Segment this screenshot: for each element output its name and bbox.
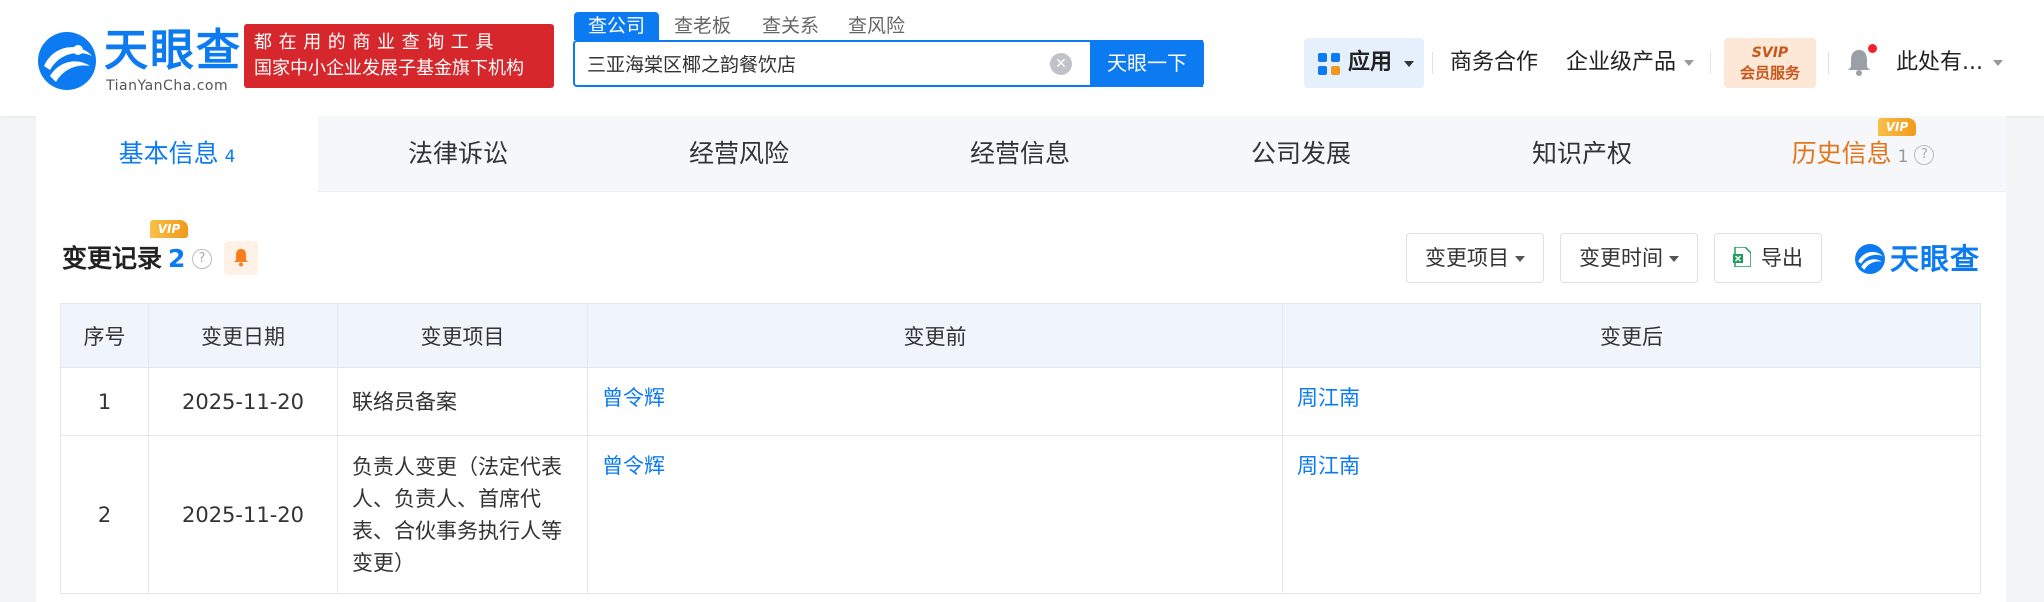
nav-business-label: 商务合作 xyxy=(1450,50,1539,75)
filter-change-item-dropdown[interactable]: 变更项目 xyxy=(1406,233,1544,283)
column-header-after: 变更后 xyxy=(1282,303,1981,368)
chevron-down-icon xyxy=(1669,256,1679,262)
tab-label: 知识产权 xyxy=(1531,139,1632,168)
column-header-before: 变更前 xyxy=(587,303,1283,368)
tab-count: 1 xyxy=(1897,147,1909,167)
nav-enterprise-products[interactable]: 企业级产品 xyxy=(1566,48,1695,78)
chevron-down-icon xyxy=(1684,60,1695,66)
export-button[interactable]: 导出 xyxy=(1714,233,1822,283)
tab-count: 4 xyxy=(224,147,236,167)
logo-eye-icon xyxy=(1855,244,1885,274)
filter-change-time-dropdown[interactable]: 变更时间 xyxy=(1560,233,1698,283)
apps-menu-button[interactable]: 应用 xyxy=(1304,38,1424,88)
cell-after-link[interactable]: 周江南 xyxy=(1282,367,1981,436)
cell-item: 联络员备案 xyxy=(337,367,588,436)
tianyancha-watermark: 天眼查 xyxy=(1854,240,1984,278)
tab-label: 历史信息 xyxy=(1791,139,1892,168)
user-name-label: 此处有... xyxy=(1896,50,1983,75)
tab-company-development[interactable]: 公司发展 xyxy=(1160,116,1442,192)
table-row: 1 2025-11-20 联络员备案 曾令辉 周江南 xyxy=(60,367,1981,436)
column-header-item: 变更项目 xyxy=(337,303,588,368)
table-row: 2 2025-11-20 负责人变更（法定代表人、负责人、首席代表、合伙事务执行… xyxy=(60,435,1981,594)
bell-icon xyxy=(234,249,248,267)
user-menu[interactable]: 此处有... xyxy=(1896,48,2003,78)
company-detail-card: 基本信息 4 法律诉讼 经营风险 经营信息 公司发展 知识产权 历史信息 1? VI… xyxy=(36,116,2006,602)
cell-after-link[interactable]: 周江南 xyxy=(1282,435,1981,594)
excel-icon xyxy=(1733,247,1751,267)
filter-label: 变更时间 xyxy=(1579,246,1663,270)
slogan-banner: 都在用的商业查询工具 国家中小企业发展子基金旗下机构 xyxy=(244,24,554,88)
cell-item: 负责人变更（法定代表人、负责人、首席代表、合伙事务执行人等变更） xyxy=(337,435,588,594)
nav-divider xyxy=(1710,52,1711,74)
chevron-down-icon xyxy=(1515,256,1525,262)
section-title: 变更记录 xyxy=(62,244,163,273)
svip-service-label: 会员服务 xyxy=(1739,64,1800,82)
cell-date: 2025-11-20 xyxy=(148,367,338,436)
watermark-text: 天眼查 xyxy=(1890,242,1981,276)
chevron-down-icon xyxy=(1404,61,1414,67)
export-label: 导出 xyxy=(1761,246,1803,270)
cell-no: 1 xyxy=(60,367,149,436)
svip-label: SVIP xyxy=(1751,45,1789,61)
chevron-down-icon xyxy=(1992,60,2003,66)
tab-label: 法律诉讼 xyxy=(407,139,508,168)
monitor-bell-button[interactable] xyxy=(224,241,258,275)
tab-label: 公司发展 xyxy=(1250,139,1351,168)
tab-legal[interactable]: 法律诉讼 xyxy=(317,116,599,192)
tab-intellectual-property[interactable]: 知识产权 xyxy=(1441,116,1723,192)
search-tab-risk[interactable]: 查风险 xyxy=(848,12,905,40)
clear-icon[interactable]: ✕ xyxy=(1050,53,1072,75)
search-tab-boss[interactable]: 查老板 xyxy=(674,12,731,40)
tianyancha-logo[interactable]: 天眼查 TianYanCha.com xyxy=(36,26,240,94)
detail-tab-bar: 基本信息 4 法律诉讼 经营风险 经营信息 公司发展 知识产权 历史信息 1? VI… xyxy=(36,116,2006,192)
column-header-date: 变更日期 xyxy=(148,303,338,368)
search-tab-company[interactable]: 查公司 xyxy=(574,12,660,40)
apps-grid-icon xyxy=(1318,53,1340,75)
tab-label: 经营风险 xyxy=(688,139,789,168)
tab-label: 经营信息 xyxy=(969,139,1070,168)
top-header: 天眼查 TianYanCha.com 都在用的商业查询工具 国家中小企业发展子基… xyxy=(0,0,2044,116)
filter-label: 变更项目 xyxy=(1425,246,1509,270)
vip-badge: VIP xyxy=(1878,118,1916,136)
tab-operating-info[interactable]: 经营信息 xyxy=(879,116,1161,192)
svip-member-button[interactable]: SVIP 会员服务 xyxy=(1724,38,1816,88)
logo-eye-icon xyxy=(38,32,96,90)
nav-enterprise-label: 企业级产品 xyxy=(1566,50,1677,75)
bell-icon[interactable] xyxy=(1846,48,1872,76)
nav-divider xyxy=(1828,52,1829,74)
column-header-no: 序号 xyxy=(60,303,149,368)
search-tab-relation[interactable]: 查关系 xyxy=(762,12,819,40)
slogan-line-1: 都在用的商业查询工具 xyxy=(254,32,500,53)
search-button[interactable]: 天眼一下 xyxy=(1090,40,1204,87)
help-icon[interactable]: ? xyxy=(1914,145,1935,165)
tab-history-info[interactable]: 历史信息 1? xyxy=(1722,116,2004,192)
help-icon[interactable]: ? xyxy=(192,249,212,269)
nav-divider xyxy=(1432,52,1433,74)
change-record-table: 序号 变更日期 变更项目 变更前 变更后 1 2025-11-20 联络员备案 … xyxy=(60,303,1981,594)
section-count: 2 xyxy=(168,244,186,273)
tab-basic-info[interactable]: 基本信息 4 xyxy=(36,116,318,192)
apps-label: 应用 xyxy=(1348,50,1393,75)
logo-domain: TianYanCha.com xyxy=(106,78,229,94)
cell-before-link[interactable]: 曾令辉 xyxy=(587,367,1283,436)
tab-operating-risk[interactable]: 经营风险 xyxy=(598,116,880,192)
nav-business-cooperation[interactable]: 商务合作 xyxy=(1450,48,1538,78)
notification-dot xyxy=(1868,44,1877,53)
vip-badge: VIP xyxy=(150,220,188,238)
cell-no: 2 xyxy=(60,435,149,594)
tab-label: 基本信息 xyxy=(118,139,219,168)
cell-date: 2025-11-20 xyxy=(148,435,338,594)
search-input[interactable] xyxy=(587,42,1107,85)
slogan-line-2: 国家中小企业发展子基金旗下机构 xyxy=(254,58,524,79)
cell-before-link[interactable]: 曾令辉 xyxy=(587,435,1283,594)
logo-text: 天眼查 xyxy=(104,25,242,76)
table-header-row: 序号 变更日期 变更项目 变更前 变更后 xyxy=(60,303,1981,368)
